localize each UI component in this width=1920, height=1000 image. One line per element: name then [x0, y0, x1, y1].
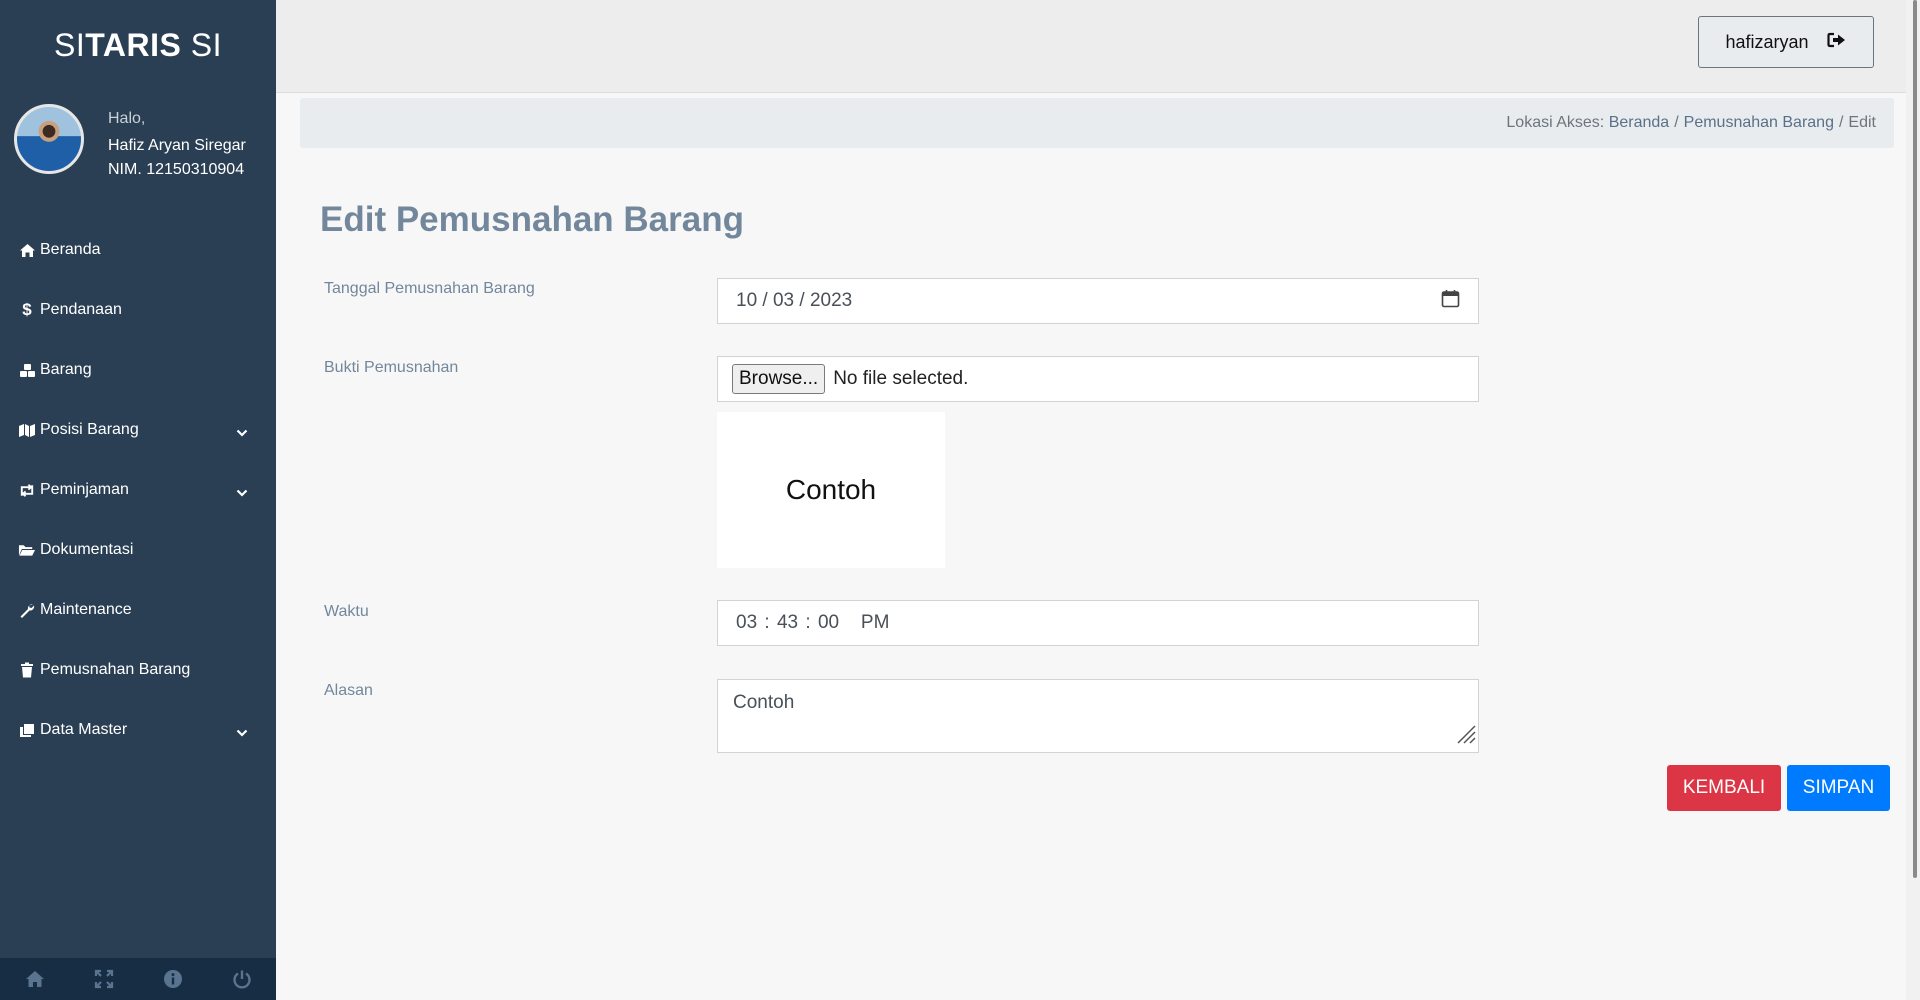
sidebar-footer: [0, 958, 276, 1000]
page-title: Edit Pemusnahan Barang: [320, 200, 744, 239]
breadcrumb-separator: /: [1838, 114, 1844, 131]
trash-icon: [18, 662, 36, 678]
breadcrumb: Lokasi Akses: Beranda / Pemusnahan Baran…: [300, 98, 1894, 148]
reason-textarea[interactable]: Contoh: [717, 679, 1479, 753]
file-status: No file selected.: [833, 368, 969, 389]
info-icon[interactable]: [153, 969, 193, 989]
home-icon: [18, 243, 36, 258]
time-input[interactable]: 03 : 43 : 00 PM: [717, 600, 1479, 646]
reason-value: Contoh: [733, 692, 795, 713]
sidebar-item-pemusnahan-barang[interactable]: Pemusnahan Barang: [0, 640, 276, 700]
user-full-name: Hafiz Aryan Siregar: [108, 137, 246, 154]
calendar-icon[interactable]: [1441, 289, 1460, 314]
breadcrumb-current: Edit: [1848, 114, 1876, 131]
breadcrumb-beranda[interactable]: Beranda: [1609, 114, 1670, 132]
top-nav: hafizaryan: [276, 0, 1920, 93]
proof-preview-image: Contoh: [717, 412, 945, 568]
sidebar-item-pendanaan[interactable]: $ Pendanaan: [0, 280, 276, 340]
sidebar-item-posisi-barang[interactable]: Posisi Barang: [0, 400, 276, 460]
chevron-down-icon[interactable]: [236, 424, 248, 442]
sidebar-item-data-master[interactable]: Data Master: [0, 700, 276, 760]
sidebar-item-peminjaman[interactable]: Peminjaman: [0, 460, 276, 520]
sidebar-item-label: Dokumentasi: [40, 541, 134, 558]
time-label: Waktu: [324, 603, 369, 620]
sidebar-item-barang[interactable]: Barang: [0, 340, 276, 400]
back-button[interactable]: KEMBALI: [1667, 765, 1781, 811]
username: hafizaryan: [1725, 31, 1809, 52]
user-logout-button[interactable]: hafizaryan: [1698, 16, 1874, 68]
breadcrumb-pemusnahan-barang[interactable]: Pemusnahan Barang: [1684, 114, 1834, 132]
sidebar-item-label: Posisi Barang: [40, 421, 139, 438]
sidebar-item-label: Beranda: [40, 241, 101, 258]
user-nim: NIM. 12150310904: [108, 161, 245, 178]
time-value: 03 : 43 : 00 PM: [736, 612, 890, 633]
app-brand[interactable]: SITARIS SI: [0, 0, 276, 90]
save-button[interactable]: SIMPAN: [1787, 765, 1890, 811]
resize-handle-icon[interactable]: [1454, 722, 1476, 750]
sidebar-item-maintenance[interactable]: Maintenance: [0, 580, 276, 640]
date-value: 10 / 03 / 2023: [736, 290, 853, 311]
sidebar-item-label: Peminjaman: [40, 481, 129, 498]
sidebar-item-beranda[interactable]: Beranda: [0, 220, 276, 280]
cubes-icon: [18, 363, 36, 378]
retweet-icon: [18, 483, 36, 498]
breadcrumb-prefix: Lokasi Akses:: [1506, 114, 1605, 131]
breadcrumb-separator: /: [1674, 114, 1679, 131]
sidebar: SITARIS SI Halo, Hafiz Aryan Siregar NIM…: [0, 0, 276, 1000]
sidebar-item-label: Data Master: [40, 721, 128, 738]
brand-prefix: SI: [54, 27, 86, 63]
chevron-down-icon[interactable]: [236, 484, 248, 502]
dollar-icon: $: [22, 300, 32, 319]
brand-bold: TARIS: [85, 27, 182, 63]
power-icon[interactable]: [222, 969, 262, 989]
greeting: Halo,: [108, 110, 146, 127]
browse-button[interactable]: Browse...: [732, 364, 826, 394]
scrollbar[interactable]: [1906, 0, 1920, 1000]
clone-icon: [18, 723, 36, 738]
sidebar-menu: Beranda $ Pendanaan Barang Posisi Barang: [0, 220, 276, 760]
sign-out-icon: [1826, 32, 1847, 53]
user-profile: Halo, Hafiz Aryan Siregar NIM. 121503109…: [0, 90, 276, 190]
avatar: [14, 104, 84, 174]
date-input[interactable]: 10 / 03 / 2023: [717, 278, 1479, 324]
preview-text: Contoh: [785, 474, 877, 505]
fullscreen-icon[interactable]: [84, 969, 124, 989]
proof-label: Bukti Pemusnahan: [324, 359, 459, 376]
reason-label: Alasan: [324, 682, 373, 699]
sidebar-item-label: Pemusnahan Barang: [40, 661, 191, 678]
wrench-icon: [18, 602, 36, 618]
home-icon[interactable]: [15, 970, 55, 988]
brand-suffix: SI: [181, 27, 222, 63]
file-input[interactable]: Browse... No file selected.: [717, 356, 1479, 402]
scrollbar-thumb[interactable]: [1913, 0, 1917, 878]
chevron-down-icon[interactable]: [236, 724, 248, 742]
folder-open-icon: [18, 543, 36, 557]
sidebar-item-label: Maintenance: [40, 601, 132, 618]
sidebar-item-dokumentasi[interactable]: Dokumentasi: [0, 520, 276, 580]
sidebar-item-label: Barang: [40, 361, 92, 378]
sidebar-item-label: Pendanaan: [40, 301, 122, 318]
date-label: Tanggal Pemusnahan Barang: [324, 280, 535, 297]
map-icon: [18, 423, 36, 438]
